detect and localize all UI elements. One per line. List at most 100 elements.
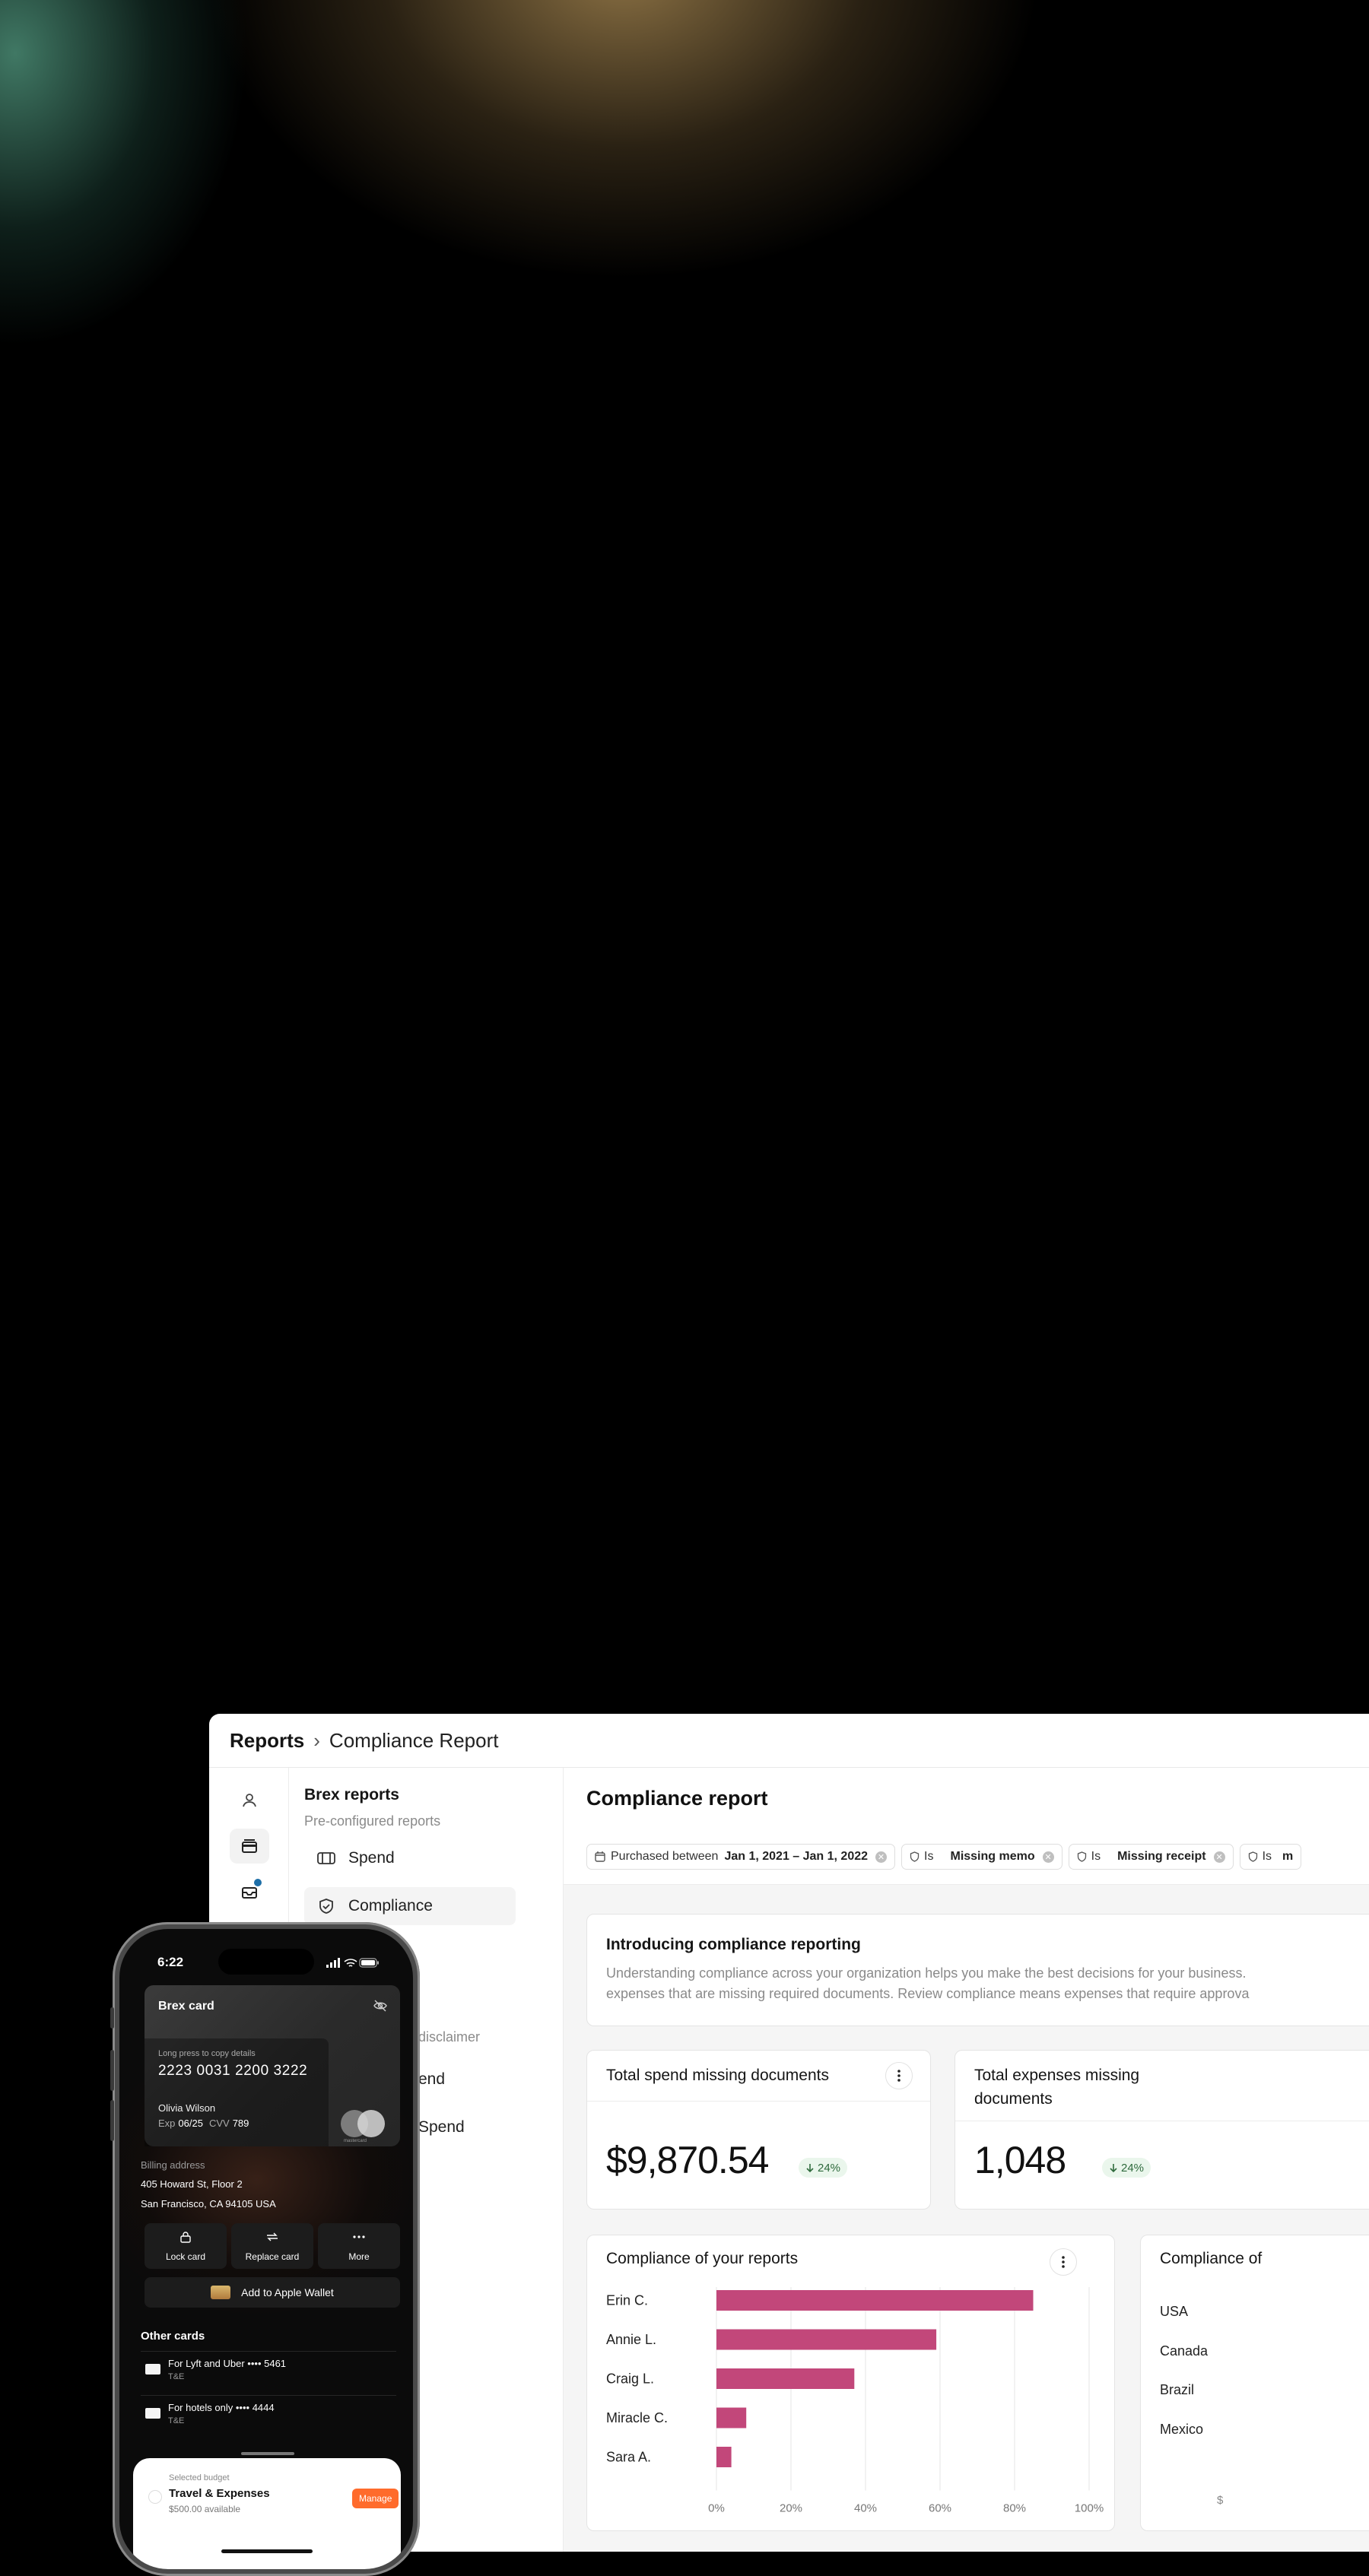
side-item-compliance[interactable]: Compliance bbox=[304, 1887, 516, 1925]
remove-filter-icon[interactable]: ✕ bbox=[1213, 1851, 1225, 1863]
replace-icon bbox=[267, 2232, 278, 2241]
arrow-down-icon bbox=[806, 2163, 814, 2172]
more-horizontal-icon bbox=[353, 2235, 365, 2238]
more-button[interactable]: More bbox=[318, 2223, 400, 2269]
other-card-name: For hotels only •••• 4444 bbox=[168, 2402, 275, 2413]
more-vertical-icon bbox=[897, 2070, 900, 2082]
rail-inbox-button[interactable] bbox=[230, 1874, 269, 1909]
main-content: Compliance report Purchased between Jan … bbox=[564, 1768, 1369, 2552]
side-item-partial-2[interactable]: Spend bbox=[418, 2118, 465, 2137]
intro-text: Understanding compliance across your org… bbox=[606, 1963, 1291, 2004]
cvv-value: 789 bbox=[232, 2118, 249, 2129]
other-card-row[interactable]: For hotels only •••• 4444 T&E bbox=[141, 2395, 396, 2440]
page-title: Compliance report bbox=[586, 1787, 768, 1810]
billing-label: Billing address bbox=[141, 2159, 205, 2171]
phone-volume-down bbox=[110, 2100, 114, 2141]
replace-card-button[interactable]: Replace card bbox=[231, 2223, 313, 2269]
breadcrumb-separator: › bbox=[313, 1728, 320, 1752]
filter-bar: Purchased between Jan 1, 2021 – Jan 1, 2… bbox=[586, 1844, 1302, 1870]
remove-filter-icon[interactable]: ✕ bbox=[1042, 1851, 1054, 1863]
axis-tick-fragment: $ bbox=[1217, 2494, 1224, 2507]
wallet-label: Add to Apple Wallet bbox=[241, 2286, 334, 2298]
budget-logo-icon bbox=[148, 2490, 162, 2504]
arrow-down-icon bbox=[1110, 2163, 1117, 2172]
shield-icon bbox=[1248, 1851, 1257, 1862]
bar-category-label: Craig L. bbox=[606, 2371, 654, 2387]
x-tick-label: 40% bbox=[854, 2502, 877, 2515]
chart-card-countries: Compliance of USA Canada Brazil Mexico $ bbox=[1140, 2235, 1369, 2531]
kpi-menu-button[interactable] bbox=[885, 2062, 913, 2089]
bar bbox=[716, 2290, 1034, 2311]
side-item-spend[interactable]: Spend bbox=[304, 1839, 516, 1877]
remove-filter-icon[interactable]: ✕ bbox=[875, 1851, 888, 1863]
kpi-title-line-1: Total expenses missing bbox=[974, 2067, 1140, 2084]
kpi-title-line-2: documents bbox=[974, 2090, 1053, 2108]
card-icon bbox=[145, 2408, 160, 2419]
side-item-label: Spend bbox=[348, 1849, 395, 1867]
phone-mockup: 6:22 Brex card Long press to copy detail… bbox=[110, 1922, 420, 2576]
side-item-disclaimer[interactable]: disclaimer bbox=[418, 2029, 480, 2045]
action-label: Replace card bbox=[245, 2251, 300, 2262]
reports-icon bbox=[242, 1839, 257, 1853]
filter-value: Jan 1, 2021 – Jan 1, 2022 bbox=[724, 1850, 869, 1863]
x-tick-label: 60% bbox=[929, 2502, 951, 2515]
phone-screen: 6:22 Brex card Long press to copy detail… bbox=[119, 1929, 413, 2569]
phone-volume-up bbox=[110, 2050, 114, 2091]
sheet-grabber[interactable] bbox=[241, 2452, 294, 2455]
breadcrumb: Reports › Compliance Report bbox=[209, 1714, 1369, 1768]
x-tick-label: 100% bbox=[1075, 2502, 1104, 2515]
brex-card[interactable]: Brex card Long press to copy details 222… bbox=[145, 1985, 400, 2146]
chart-menu-button[interactable] bbox=[1050, 2248, 1077, 2276]
filter-chip-memo[interactable]: Is Missing memo ✕ bbox=[901, 1844, 1062, 1870]
chart-title: Compliance of your reports bbox=[606, 2250, 799, 2267]
kpi-divider bbox=[587, 2101, 930, 2102]
chart-card-reports: Compliance of your reports 0% 20% 40% 60% 80… bbox=[586, 2235, 1115, 2531]
other-card-row[interactable]: For Lyft and Uber •••• 5461 T&E bbox=[141, 2351, 396, 2396]
lock-card-button[interactable]: Lock card bbox=[145, 2223, 227, 2269]
card-number[interactable]: 2223 0031 2200 3222 bbox=[158, 2063, 307, 2080]
chart-title: Compliance of bbox=[1160, 2250, 1263, 2267]
kpi-value: $9,870.54 bbox=[606, 2139, 769, 2181]
billing-line-2: San Francisco, CA 94105 USA bbox=[141, 2198, 276, 2210]
change-badge: 24% bbox=[799, 2158, 848, 2178]
card-expiry-cvv: Exp 06/25 CVV 789 bbox=[158, 2118, 255, 2129]
budget-name: Travel & Expenses bbox=[169, 2487, 270, 2500]
filter-chip-date[interactable]: Purchased between Jan 1, 2021 – Jan 1, 2… bbox=[586, 1844, 896, 1870]
filter-value: Missing receipt bbox=[1117, 1850, 1206, 1863]
exp-label: Exp bbox=[158, 2118, 176, 2129]
rail-person-button[interactable] bbox=[230, 1783, 269, 1818]
filter-chip-receipt[interactable]: Is Missing receipt ✕ bbox=[1068, 1844, 1234, 1870]
mastercard-logo: mastercard bbox=[341, 2110, 386, 2143]
person-icon bbox=[243, 1794, 256, 1807]
manage-budget-button[interactable]: Manage bbox=[352, 2489, 399, 2508]
bar-category-label: Sara A. bbox=[606, 2450, 651, 2465]
cardholder-name: Olivia Wilson bbox=[158, 2102, 216, 2114]
other-card-name: For Lyft and Uber •••• 5461 bbox=[168, 2358, 287, 2369]
card-icon bbox=[145, 2364, 160, 2375]
x-tick-label: 0% bbox=[708, 2502, 725, 2515]
kpi-card-spend: Total spend missing documents $9,870.54 … bbox=[586, 2050, 931, 2210]
intro-text-line-2: expenses that are missing required docum… bbox=[606, 1986, 1250, 2001]
side-panel-subtitle: Pre-configured reports bbox=[304, 1813, 441, 1829]
breadcrumb-current: Compliance Report bbox=[329, 1728, 499, 1752]
x-tick-label: 80% bbox=[1003, 2502, 1026, 2515]
change-value: 24% bbox=[818, 2161, 841, 2175]
notification-dot bbox=[253, 1877, 263, 1888]
intro-title: Introducing compliance reporting bbox=[606, 1936, 861, 1953]
add-to-apple-wallet-button[interactable]: Add to Apple Wallet bbox=[145, 2277, 400, 2308]
filter-chip-partial[interactable]: Is m bbox=[1239, 1844, 1302, 1870]
side-item-partial-1[interactable]: end bbox=[418, 2070, 445, 2089]
billing-line-1: 405 Howard St, Floor 2 bbox=[141, 2178, 243, 2190]
compliance-bar-chart: 0% 20% 40% 60% 80% 100% Erin C. Annie L. Craig L… bbox=[606, 2287, 1104, 2515]
dynamic-island bbox=[218, 1949, 314, 1975]
bar bbox=[716, 2447, 732, 2467]
hide-details-icon[interactable] bbox=[373, 1999, 388, 2013]
bar bbox=[716, 2329, 937, 2350]
filter-field: Purchased between bbox=[611, 1850, 719, 1863]
bar-category-label: Annie L. bbox=[606, 2332, 656, 2347]
country-label: USA bbox=[1160, 2304, 1189, 2319]
rail-reports-button[interactable] bbox=[230, 1829, 269, 1864]
wallet-icon bbox=[211, 2286, 231, 2299]
breadcrumb-reports-link[interactable]: Reports bbox=[230, 1729, 304, 1753]
filter-operator: Is bbox=[1091, 1850, 1101, 1863]
